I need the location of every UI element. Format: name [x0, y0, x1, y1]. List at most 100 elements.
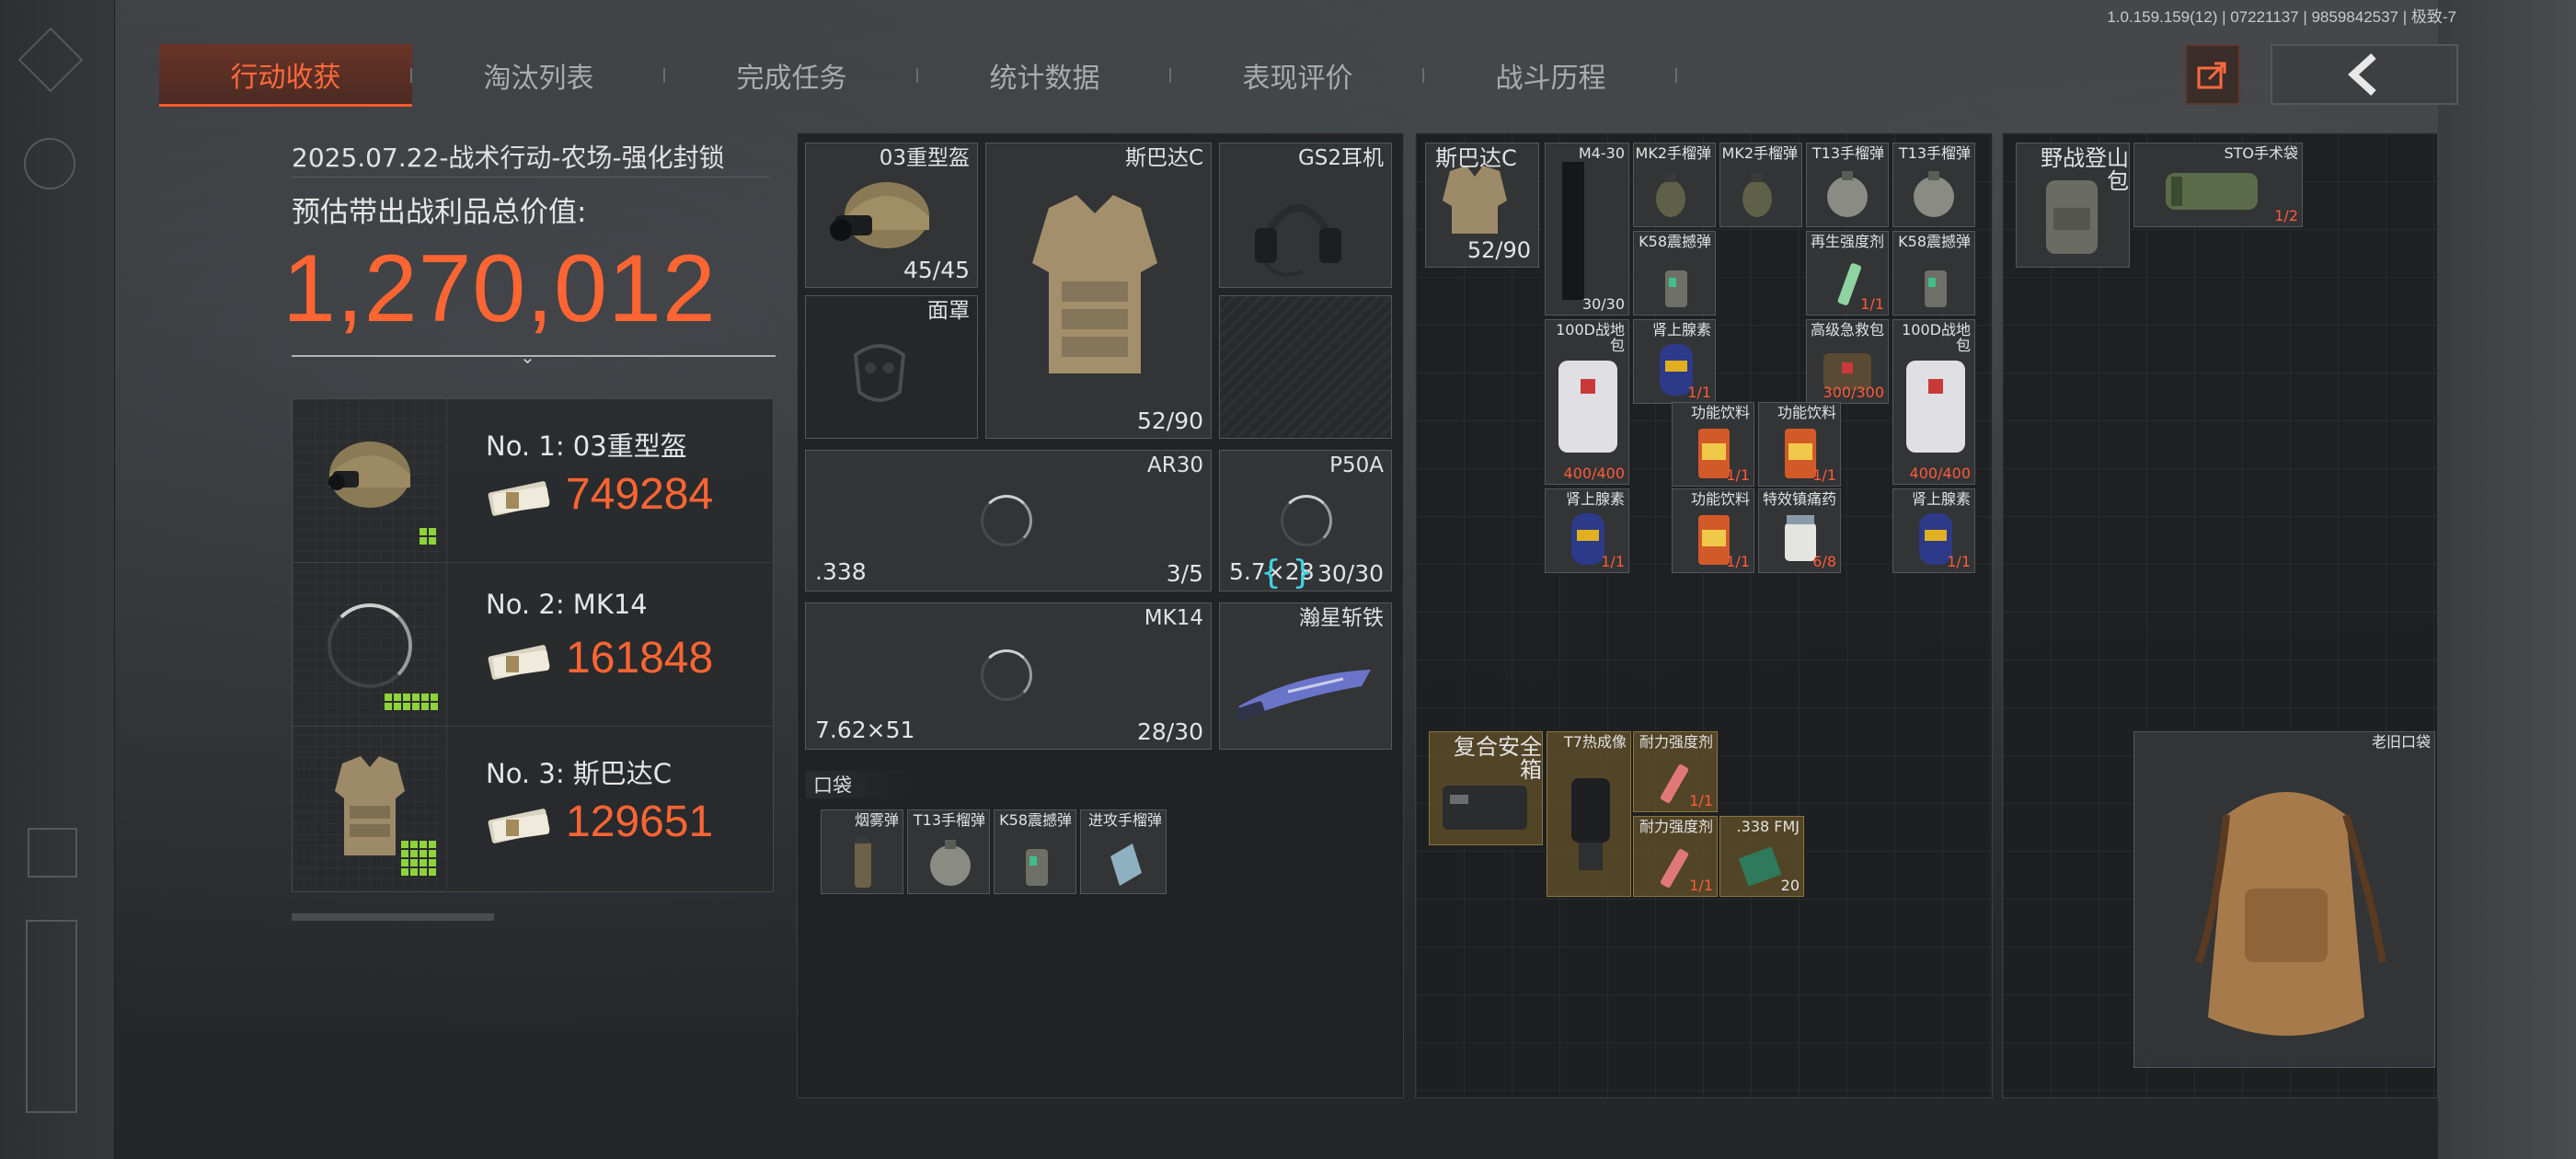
- rig-item-slot[interactable]: 功能饮料 1/1: [1672, 402, 1754, 487]
- slot-label: 功能饮料: [1690, 490, 1750, 508]
- slot-label: 斯巴达C: [1124, 146, 1203, 170]
- pocket-slot[interactable]: 进攻手榴弹: [1080, 809, 1167, 894]
- melee-slot[interactable]: 瀚星斩铁: [1219, 602, 1392, 750]
- rig-item-slot[interactable]: 高级急救包 300/300: [1806, 319, 1889, 404]
- slot-label: K58震撼弹: [1898, 233, 1971, 250]
- rig-item-slot[interactable]: T13手榴弹: [1806, 143, 1889, 227]
- backpack-item-slot[interactable]: 老旧口袋: [2133, 731, 2435, 1068]
- rig-item-slot[interactable]: 100D战地包 400/400: [1545, 319, 1629, 485]
- safebox-item-slot[interactable]: 耐力强度剂 1/1: [1633, 816, 1718, 897]
- tab-statistics[interactable]: 统计数据: [918, 44, 1171, 107]
- tab-battle-history[interactable]: 战斗历程: [1424, 44, 1677, 107]
- item-count: 1/1: [1689, 877, 1713, 894]
- slot-label: 100D战地包: [1902, 321, 1971, 354]
- pocket-slot[interactable]: T13手榴弹: [907, 809, 990, 894]
- top-item-row[interactable]: No. 1: 03重型盔 749284: [293, 399, 775, 563]
- item-count: 1/1: [1860, 295, 1884, 313]
- decor-bar: [292, 913, 494, 921]
- item-count: 1/2: [2274, 207, 2298, 224]
- share-icon: [2197, 62, 2226, 89]
- slot-label: MK14: [1144, 606, 1203, 630]
- pocket-slot[interactable]: 烟雾弹: [821, 809, 903, 894]
- slot-label: M4-30: [1578, 144, 1625, 162]
- item-count: 20: [1780, 877, 1800, 894]
- pocket-slot[interactable]: K58震撼弹: [994, 809, 1076, 894]
- durability: 52/90: [1136, 407, 1203, 434]
- helmet-slot[interactable]: 03重型盔 45/45: [805, 143, 978, 288]
- item-count: 1/1: [1947, 553, 1971, 570]
- share-button[interactable]: [2185, 44, 2240, 105]
- tab-tasks[interactable]: 完成任务: [665, 44, 918, 107]
- rig-item-slot[interactable]: 肾上腺素 1/1: [1545, 488, 1629, 573]
- rig-item-slot[interactable]: T13手榴弹: [1892, 143, 1975, 227]
- safebox-item-slot[interactable]: T7热成像: [1547, 731, 1631, 897]
- rig-item-slot[interactable]: MK2手榴弹: [1633, 143, 1716, 227]
- safebox-slot[interactable]: 复合安全箱: [1429, 731, 1543, 845]
- slot-label: STO手术袋: [2224, 144, 2298, 162]
- top-item-name: No. 1: 03重型盔: [486, 430, 687, 462]
- loading-spinner-icon: [981, 649, 1032, 701]
- safebox-item-slot[interactable]: .338 FMJ 20: [1719, 816, 1804, 897]
- slot-label: MK2手榴弹: [1635, 144, 1711, 162]
- empty-slot: [1219, 295, 1392, 439]
- tab-bar: 行动收获 淘汰列表 完成任务 统计数据 表现评价 战斗历程: [159, 44, 1677, 107]
- equipment-panel: 03重型盔 45/45 面罩 斯巴达C 52/90 GS2耳机 AR30 .33…: [797, 132, 1404, 1098]
- rig-item-slot[interactable]: M4-30 30/30: [1545, 143, 1629, 316]
- slot-label: 瀚星斩铁: [1299, 606, 1384, 630]
- safebox-item-slot[interactable]: 耐力强度剂 1/1: [1633, 731, 1718, 812]
- mask-slot[interactable]: 面罩: [805, 295, 978, 439]
- slot-label: 功能饮料: [1777, 404, 1836, 421]
- rig-item-slot[interactable]: 功能饮料 1/1: [1672, 488, 1754, 573]
- rig-item-slot[interactable]: MK2手榴弹: [1719, 143, 1802, 227]
- top-item-value: 749284: [566, 470, 714, 519]
- slot-label: K58震撼弹: [1639, 233, 1711, 250]
- top-item-row[interactable]: No. 2: MK14 161848: [293, 563, 775, 727]
- top-item-row[interactable]: No. 3: 斯巴达C 129651: [293, 727, 775, 890]
- tab-loot[interactable]: 行动收获: [159, 44, 412, 107]
- stun-grenade-icon: [1665, 270, 1687, 307]
- item-count: 1/1: [1687, 384, 1711, 401]
- rig-item-slot[interactable]: 肾上腺素 1/1: [1633, 319, 1716, 404]
- item-count: 30/30: [1581, 295, 1625, 313]
- headset-slot[interactable]: GS2耳机: [1219, 143, 1392, 288]
- rig-item-slot[interactable]: 肾上腺素 1/1: [1892, 488, 1975, 573]
- safebox-icon: [1443, 786, 1527, 830]
- primary-weapon-slot[interactable]: AR30 .338 3/5: [805, 450, 1212, 591]
- ammo-box-icon: [1738, 846, 1782, 887]
- smoke-grenade-icon: [855, 836, 871, 888]
- magazine-icon: [1562, 162, 1584, 300]
- rig-item-slot[interactable]: 再生强度剂 1/1: [1806, 231, 1889, 316]
- back-button[interactable]: [2271, 44, 2458, 105]
- slot-label: 100D战地包: [1556, 321, 1625, 354]
- rig-item-slot[interactable]: K58震撼弹: [1892, 231, 1975, 316]
- rig-slot[interactable]: 斯巴达C 52/90: [1425, 143, 1539, 268]
- ammo-type: 7.62×51: [815, 717, 915, 743]
- armor-slot[interactable]: 斯巴达C 52/90: [985, 143, 1212, 439]
- backpack-slot[interactable]: 野战登山包: [2016, 143, 2130, 268]
- slot-label: P50A: [1329, 453, 1384, 477]
- item-count: 1/1: [1812, 466, 1836, 484]
- divider: [292, 177, 770, 178]
- secondary-weapon-slot[interactable]: MK14 7.62×51 28/30: [805, 602, 1212, 750]
- slot-label: AR30: [1147, 453, 1203, 477]
- backpack-item-slot[interactable]: STO手术袋 1/2: [2133, 143, 2303, 227]
- stun-grenade-icon: [1026, 849, 1048, 886]
- item-count: 6/8: [1812, 553, 1836, 570]
- durability: 52/90: [1466, 237, 1531, 263]
- chevron-left-icon: [2348, 53, 2376, 96]
- slot-label: 烟雾弹: [854, 811, 899, 829]
- slot-label: T13手榴弹: [913, 811, 985, 829]
- slot-label: 肾上腺素: [1911, 490, 1971, 508]
- tab-eliminations[interactable]: 淘汰列表: [412, 44, 665, 107]
- rig-item-slot[interactable]: 特效镇痛药 6/8: [1758, 488, 1841, 573]
- rig-item-slot[interactable]: K58震撼弹: [1633, 231, 1716, 316]
- grenade-icon: [1742, 173, 1772, 217]
- mask-icon: [853, 344, 906, 402]
- grade-indicator: [420, 528, 436, 545]
- medkit-icon: [1558, 361, 1617, 453]
- rig-item-slot[interactable]: 100D战地包 400/400: [1892, 319, 1975, 485]
- tab-performance[interactable]: 表现评价: [1171, 44, 1424, 107]
- slot-label: 耐力强度剂: [1639, 733, 1713, 751]
- rig-item-slot[interactable]: 功能饮料 1/1: [1758, 402, 1841, 487]
- operation-title: 2025.07.22-战术行动-农场-强化封锁: [292, 143, 725, 173]
